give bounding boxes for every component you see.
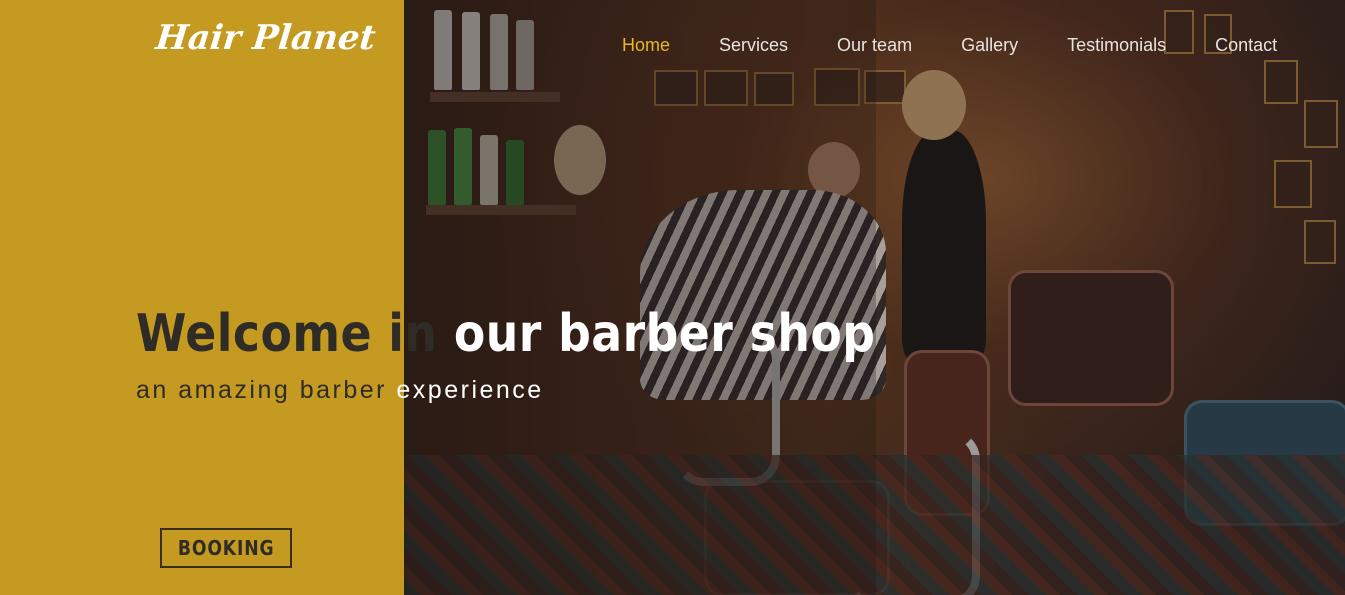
hero-subtitle-part2: experience [396, 376, 544, 404]
gold-side-panel [0, 0, 404, 595]
nav-item-home[interactable]: Home [622, 35, 670, 56]
nav-item-gallery[interactable]: Gallery [961, 35, 1018, 56]
hero-title-part1: Welcome in [136, 304, 454, 364]
nav-item-services[interactable]: Services [719, 35, 788, 56]
hero-subtitle: an amazing barber experience [136, 376, 544, 405]
hero-background-image [404, 0, 1345, 595]
nav-item-contact[interactable]: Contact [1215, 35, 1277, 56]
main-nav: Home Services Our team Gallery Testimoni… [622, 33, 1277, 57]
booking-button-label: BOOKING [177, 536, 275, 560]
hero-title-part2: our barber shop [453, 304, 876, 364]
hero-title: Welcome in our barber shop [136, 304, 875, 364]
nav-item-our-team[interactable]: Our team [837, 35, 912, 56]
hero-subtitle-part1: an amazing barber [136, 376, 397, 404]
booking-button[interactable]: BOOKING [160, 528, 292, 568]
nav-item-testimonials[interactable]: Testimonials [1067, 35, 1166, 56]
brand-logo[interactable]: Hair Planet [154, 18, 378, 58]
